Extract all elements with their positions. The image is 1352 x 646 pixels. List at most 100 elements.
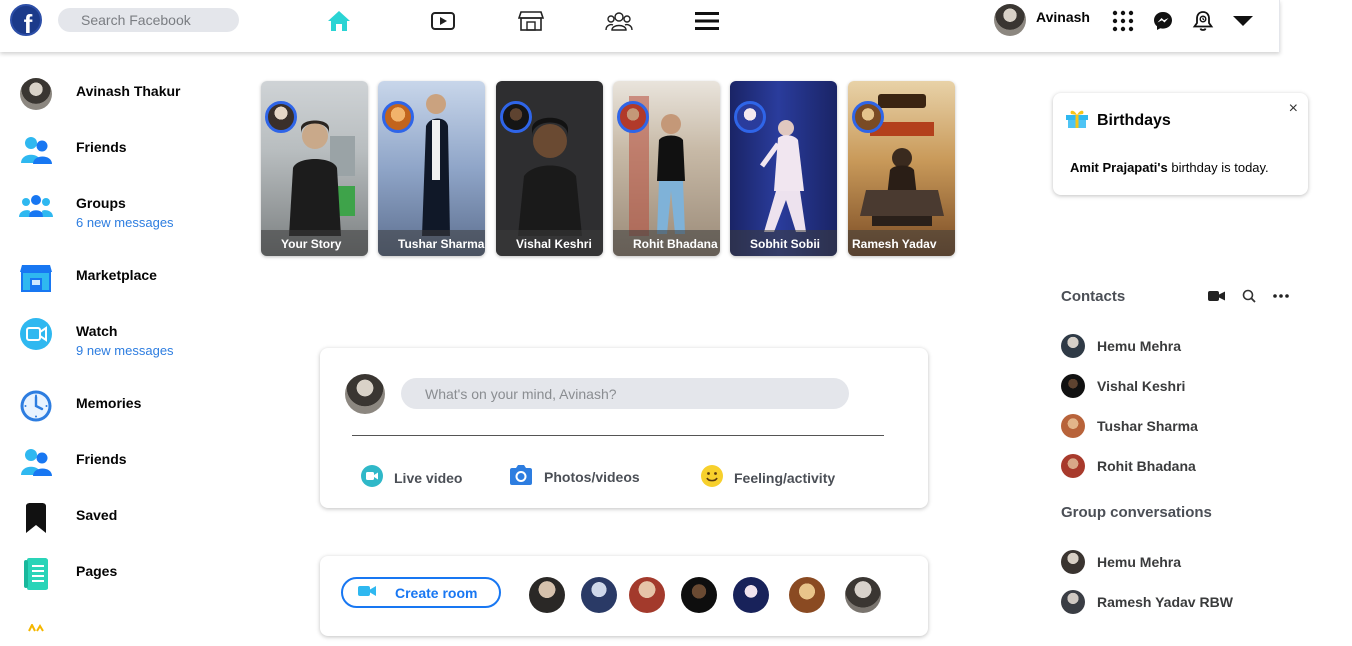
story-avatar-ring: [852, 101, 884, 133]
user-name: Avinash: [1036, 9, 1090, 25]
story-card[interactable]: Rohit Bhadana: [613, 81, 720, 256]
sidebar-item-label: Friends: [76, 139, 127, 155]
photos-videos-button[interactable]: Photos/videos: [508, 464, 640, 489]
contact-avatar: [1061, 334, 1085, 358]
groups-icon[interactable]: [604, 8, 634, 34]
room-avatar[interactable]: [845, 577, 881, 613]
groups-icon: [18, 188, 54, 224]
sidebar-item-label: Marketplace: [76, 267, 157, 283]
live-video-button[interactable]: Live video: [360, 464, 462, 491]
sidebar-item-label: Memories: [76, 395, 142, 411]
sidebar-item-label: Avinash Thakur: [76, 83, 181, 99]
close-icon[interactable]: ×: [1289, 100, 1298, 118]
saved-bookmark-icon: [18, 500, 54, 536]
contact-item[interactable]: Hemu Mehra: [1061, 334, 1181, 358]
search-input[interactable]: [58, 8, 239, 32]
sidebar-item-watch[interactable]: Watch 9 new messages: [18, 316, 174, 358]
profile-avatar: [20, 78, 52, 110]
contact-avatar: [1061, 414, 1085, 438]
apps-grid-icon[interactable]: [1111, 9, 1135, 33]
live-video-icon: [360, 464, 384, 491]
feeling-activity-button[interactable]: Feeling/activity: [700, 464, 835, 491]
story-name: Tushar Sharma: [378, 230, 485, 256]
story-card[interactable]: Your Story: [261, 81, 368, 256]
video-call-icon[interactable]: [1208, 288, 1226, 304]
story-avatar-ring: [265, 101, 297, 133]
contact-item[interactable]: Tushar Sharma: [1061, 414, 1198, 438]
facebook-logo[interactable]: f: [10, 4, 42, 36]
sidebar-item-label: Groups: [76, 195, 126, 211]
friends-icon: [18, 444, 54, 480]
top-navbar: f Avinash: [0, 0, 1280, 52]
birthdays-card: Birthdays × Amit Prajapati's birthday is…: [1053, 93, 1308, 195]
birthdays-title: Birthdays: [1097, 111, 1171, 129]
contact-avatar: [1061, 374, 1085, 398]
birthday-message: Amit Prajapati's birthday is today.: [1070, 160, 1269, 175]
smiley-icon: [700, 464, 724, 491]
sidebar-item-label: Saved: [76, 507, 118, 523]
room-avatar[interactable]: [789, 577, 825, 613]
story-avatar-ring: [500, 101, 532, 133]
search-icon[interactable]: [1240, 288, 1258, 304]
group-conversation-item[interactable]: Ramesh Yadav RBW: [1061, 590, 1233, 614]
contact-item[interactable]: Rohit Bhadana: [1061, 454, 1196, 478]
sidebar-item-subtext[interactable]: 6 new messages: [76, 215, 174, 230]
more-options-icon[interactable]: [1272, 288, 1290, 304]
account-dropdown-icon[interactable]: [1231, 9, 1255, 33]
room-avatar[interactable]: [681, 577, 717, 613]
sidebar-item-label: Friends: [76, 451, 127, 467]
rooms-bar: Create room: [320, 556, 928, 636]
sidebar-item-memories[interactable]: Memories: [18, 388, 141, 424]
sidebar-item-subtext[interactable]: 9 new messages: [76, 343, 174, 358]
story-name: Sobhit Sobii: [730, 230, 837, 256]
watch-icon: [18, 316, 54, 352]
sidebar-item-marketplace[interactable]: Marketplace: [18, 260, 157, 296]
sidebar-item-more[interactable]: [18, 610, 54, 646]
story-avatar-ring: [382, 101, 414, 133]
contact-avatar: [1061, 454, 1085, 478]
memories-clock-icon: [18, 388, 54, 424]
notifications-icon[interactable]: [1191, 9, 1215, 33]
profile-chip[interactable]: Avinash: [994, 4, 1090, 36]
birthday-person[interactable]: Amit Prajapati's: [1070, 160, 1168, 175]
story-name: Ramesh Yadav: [848, 230, 955, 256]
story-card[interactable]: Sobhit Sobii: [730, 81, 837, 256]
room-avatar[interactable]: [581, 577, 617, 613]
story-card[interactable]: Ramesh Yadav: [848, 81, 955, 256]
sidebar-item-saved[interactable]: Saved: [18, 500, 117, 536]
sidebar-item-profile[interactable]: Avinash Thakur: [18, 76, 181, 112]
story-name: Vishal Keshri: [496, 230, 603, 256]
sidebar-item-pages[interactable]: Pages: [18, 556, 117, 592]
contact-avatar: [1061, 590, 1085, 614]
post-input[interactable]: [401, 378, 849, 409]
story-card[interactable]: Vishal Keshri: [496, 81, 603, 256]
sidebar-item-friends[interactable]: Friends: [18, 132, 127, 168]
room-avatar[interactable]: [629, 577, 665, 613]
messenger-icon[interactable]: [1151, 9, 1175, 33]
contacts-title: Contacts: [1061, 288, 1126, 305]
sidebar-item-label: Pages: [76, 563, 118, 579]
user-avatar: [994, 4, 1026, 36]
room-avatar[interactable]: [733, 577, 769, 613]
room-avatar[interactable]: [529, 577, 565, 613]
gift-icon: [1065, 107, 1089, 134]
sidebar-item-label: Watch: [76, 323, 118, 339]
partial-icon: [18, 610, 54, 646]
story-card[interactable]: Tushar Sharma: [378, 81, 485, 256]
composer-avatar: [345, 374, 385, 414]
menu-icon[interactable]: [692, 8, 722, 34]
create-room-button[interactable]: Create room: [341, 577, 501, 608]
composer-divider: [352, 435, 884, 436]
contact-avatar: [1061, 550, 1085, 574]
marketplace-icon[interactable]: [516, 8, 546, 34]
marketplace-icon: [18, 260, 54, 296]
home-icon[interactable]: [324, 8, 354, 34]
watch-icon[interactable]: [428, 8, 458, 34]
group-conversation-item[interactable]: Hemu Mehra: [1061, 550, 1181, 574]
contact-item[interactable]: Vishal Keshri: [1061, 374, 1185, 398]
story-avatar-ring: [617, 101, 649, 133]
friends-icon: [18, 132, 54, 168]
group-conversations-title: Group conversations: [1061, 504, 1212, 521]
sidebar-item-groups[interactable]: Groups 6 new messages: [18, 188, 174, 230]
sidebar-item-friends-2[interactable]: Friends: [18, 444, 127, 480]
